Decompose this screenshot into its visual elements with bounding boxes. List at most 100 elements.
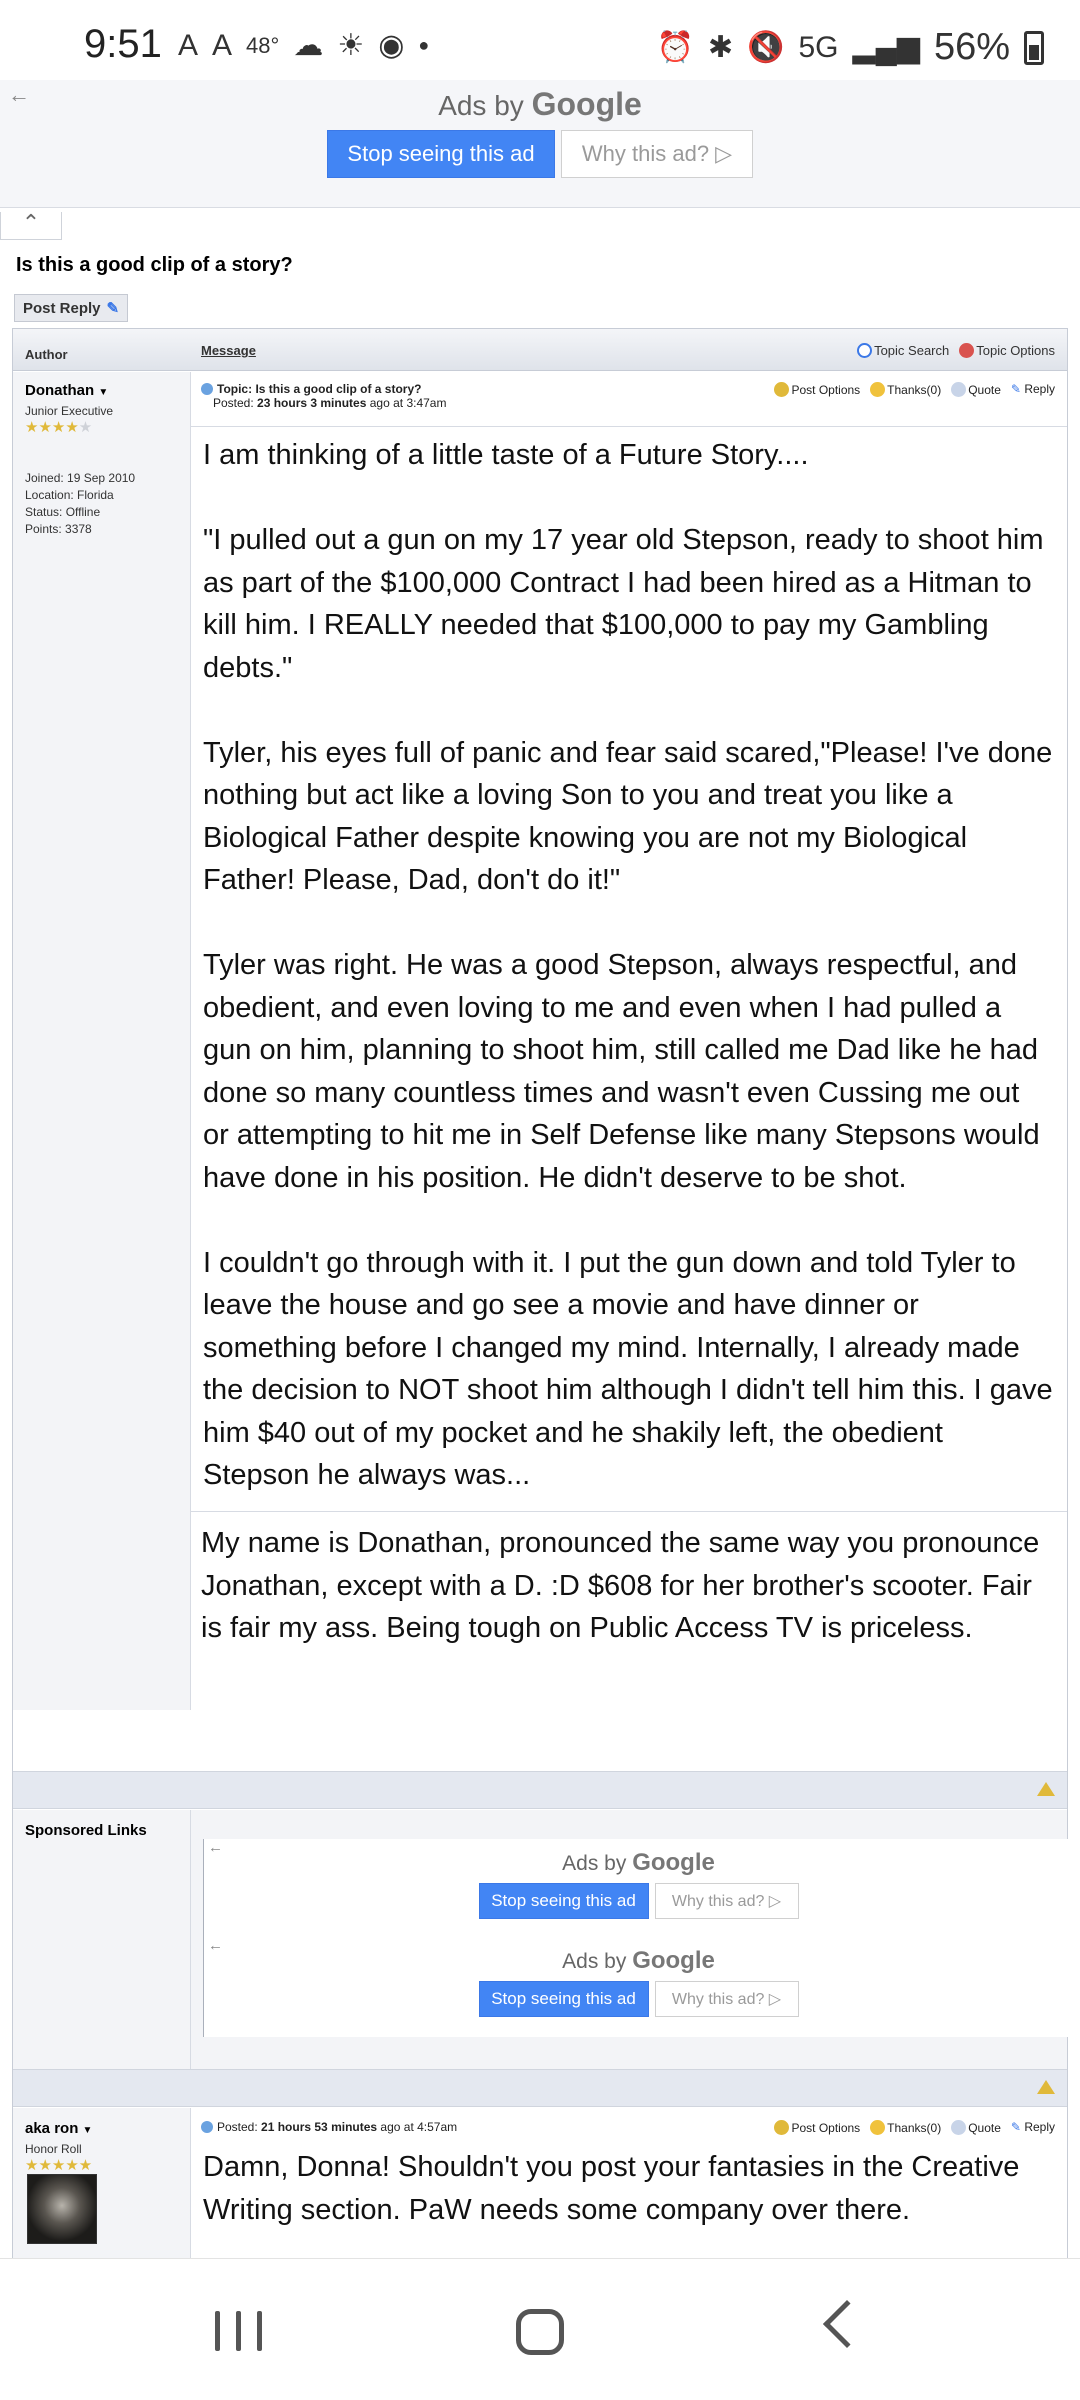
stop-seeing-ad-button[interactable]: Stop seeing this ad	[478, 1883, 649, 1919]
recents-icon[interactable]	[215, 2311, 262, 2351]
topic-options-label: Topic Options	[976, 343, 1055, 358]
stop-seeing-ad-button[interactable]: Stop seeing this ad	[478, 1981, 649, 2017]
ad-buttons: Stop seeing this ad Why this ad? ▷	[204, 1981, 1073, 2017]
post2-author-panel: aka ron ▼ Honor Roll ★★★★★	[13, 2108, 191, 2260]
quote-label: Quote	[968, 383, 1001, 397]
message-column-header[interactable]: Message	[201, 343, 256, 358]
post1-points: Points: 3378	[25, 522, 92, 536]
post1-author-name[interactable]: Donathan ▼	[25, 382, 108, 399]
smiley-icon	[870, 382, 886, 397]
post2-author-label: aka ron	[25, 2120, 79, 2137]
why-this-ad-button[interactable]: Why this ad? ▷	[654, 1981, 799, 2017]
google-logo: Google	[632, 1849, 715, 1876]
quote-icon	[951, 2120, 967, 2135]
status-bar: 9:51 A A 48° ☁ ☀ ◉ ● ⏰ ✱ 🔇 5G ▂▄▆ 56%	[0, 0, 1080, 78]
post1-posted-time: 23 hours 3 minutes	[257, 396, 367, 410]
post-options-label: Post Options	[791, 2121, 861, 2135]
post1-paragraph: Tyler, his eyes full of panic and fear s…	[203, 736, 1053, 897]
back-to-top-icon[interactable]	[1037, 1782, 1055, 1796]
post-reply-label: Post Reply	[23, 299, 101, 317]
thanks-button[interactable]: Thanks(0)	[870, 2120, 941, 2135]
post1-rank-stars: ★★★★★	[25, 419, 93, 436]
top-ad-banner: ← Ads by Google Stop seeing this ad Why …	[0, 80, 1080, 208]
post2-body: Damn, Donna! Shouldn't you post your fan…	[203, 2146, 1053, 2231]
sponsored-links-label: Sponsored Links	[25, 1822, 147, 1839]
ad-buttons: Stop seeing this ad Why this ad? ▷	[204, 1883, 1073, 1919]
post-icon	[201, 2121, 213, 2133]
post1-header: Topic: Is this a good clip of a story? P…	[201, 382, 446, 410]
reply-button[interactable]: ✎ Reply	[1011, 2120, 1055, 2135]
post2-header: Posted: 21 hours 53 minutes ago at 4:57a…	[201, 2120, 457, 2134]
alarm-icon: ⏰	[656, 31, 694, 64]
post-icon	[201, 383, 213, 395]
post2-actions: Post Options Thanks(0) Quote ✎ Reply	[774, 2120, 1055, 2135]
reply-label: Reply	[1024, 2120, 1055, 2134]
quote-icon	[951, 382, 967, 397]
post1-topic-line: Topic: Is this a good clip of a story?	[217, 382, 422, 396]
why-this-ad-button[interactable]: Why this ad? ▷	[561, 130, 753, 178]
options-icon	[774, 2120, 790, 2135]
magnifier-icon	[857, 343, 873, 358]
gear-icon	[959, 343, 975, 358]
reply-button[interactable]: ✎ Reply	[1011, 382, 1055, 397]
temperature-icon: 48°	[246, 32, 280, 58]
post1-paragraph: I am thinking of a little taste of a Fut…	[203, 439, 809, 471]
quote-button[interactable]: Quote	[951, 2120, 1001, 2135]
ads-by-label: Ads by	[562, 1852, 627, 1875]
topic-options-link[interactable]: Topic Options	[959, 343, 1055, 358]
bluetooth-icon: ✱	[708, 31, 734, 64]
thanks-label: Thanks(0)	[887, 383, 942, 397]
post2-paragraph: Damn, Donna! Shouldn't you post your fan…	[203, 2151, 1020, 2226]
ads-by-label: Ads by	[438, 90, 524, 121]
ads-by-label: Ads by	[562, 1950, 627, 1973]
post-options-button[interactable]: Post Options	[774, 382, 860, 397]
reply-icon: ✎	[1010, 382, 1021, 396]
ad-buttons: Stop seeing this ad Why this ad? ▷	[0, 130, 1080, 178]
system-icons: ⏰ ✱ 🔇 5G ▂▄▆ 56%	[657, 26, 1044, 69]
back-to-top-icon[interactable]	[1037, 2080, 1055, 2094]
stop-seeing-ad-button[interactable]: Stop seeing this ad	[327, 130, 555, 178]
post1-author-meta: Joined: 19 Sep 2010 Location: Florida St…	[25, 470, 135, 538]
post1-paragraph: I couldn't go through with it. I put the…	[203, 1246, 1053, 1492]
clock: 9:51	[84, 22, 162, 66]
back-icon[interactable]	[822, 2299, 872, 2349]
thanks-button[interactable]: Thanks(0)	[870, 382, 941, 397]
post1-status: Status: Offline	[25, 505, 101, 519]
post1-body: I am thinking of a little taste of a Fut…	[203, 434, 1053, 1497]
author-column-header: Author	[25, 347, 68, 362]
post2-rank-stars: ★★★★★	[25, 2157, 93, 2174]
post1-author-label: Donathan	[25, 382, 95, 399]
why-this-ad-button[interactable]: Why this ad? ▷	[654, 1883, 799, 1919]
forum-thread: Author Message Topic Search Topic Option…	[12, 328, 1073, 2260]
dropdown-icon: ▼	[98, 387, 109, 398]
quote-button[interactable]: Quote	[951, 382, 1001, 397]
options-icon	[774, 382, 790, 397]
post2-posted-suffix: ago at 4:57am	[377, 2120, 458, 2134]
ads-by-google: Ads by Google	[0, 86, 1080, 123]
avatar[interactable]	[27, 2174, 97, 2244]
post2-author-name[interactable]: aka ron ▼	[25, 2120, 92, 2137]
battery-percent: 56%	[933, 26, 1010, 68]
post-options-button[interactable]: Post Options	[774, 2120, 860, 2135]
post1-paragraph: Tyler was right. He was a good Stepson, …	[203, 949, 1040, 1194]
home-icon[interactable]	[516, 2309, 564, 2355]
reply-label: Reply	[1024, 382, 1055, 396]
battery-icon	[1024, 30, 1044, 65]
post1-actions: Post Options Thanks(0) Quote ✎ Reply	[774, 382, 1055, 397]
smiley-icon	[870, 2120, 886, 2135]
post2-author-rank: Honor Roll	[25, 2142, 82, 2156]
table-header: Author Message Topic Search Topic Option…	[13, 329, 1067, 371]
post1-posted-suffix: ago at 3:47am	[366, 396, 447, 410]
post-reply-button[interactable]: Post Reply ✎	[14, 294, 129, 322]
post-options-label: Post Options	[791, 383, 861, 397]
sponsored-panel: Sponsored Links	[13, 1810, 191, 2080]
reply-pencil-icon: ✎	[106, 300, 120, 317]
topic-search-link[interactable]: Topic Search	[857, 343, 949, 358]
navigation-bar	[0, 2258, 1080, 2400]
post1-paragraph: "I pulled out a gun on my 17 year old St…	[203, 524, 1044, 684]
weather-icon: ☁	[293, 29, 324, 62]
post2-posted-time: 21 hours 53 minutes	[261, 2120, 378, 2134]
posted-label: Posted:	[217, 2120, 262, 2134]
collapse-ad-chevron-icon[interactable]: ⌃	[0, 212, 62, 240]
post2-message: Posted: 21 hours 53 minutes ago at 4:57a…	[191, 2108, 1067, 2260]
